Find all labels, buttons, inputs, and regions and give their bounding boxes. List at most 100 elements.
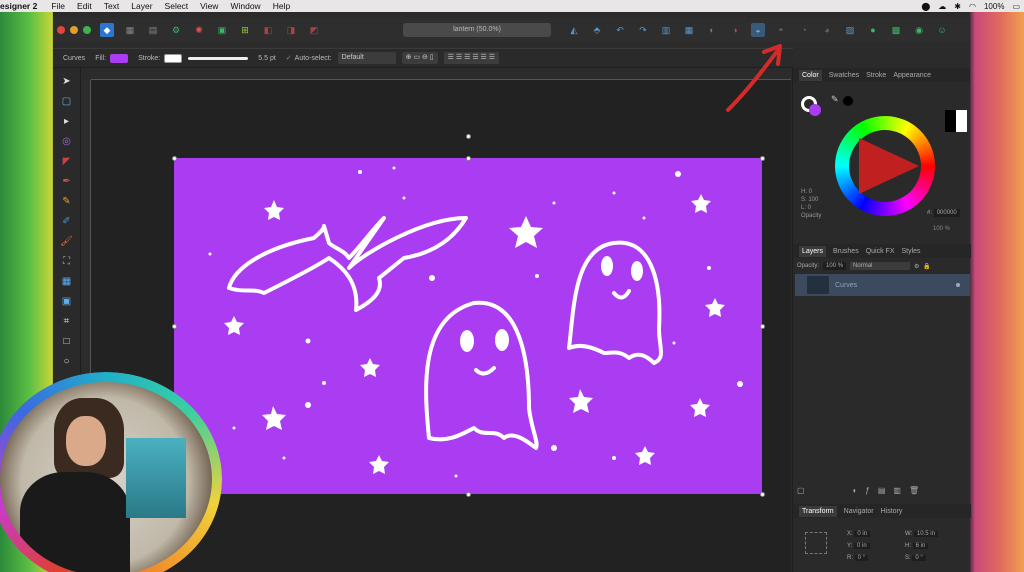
fill-swatch[interactable] [110, 53, 129, 63]
order-forward-icon[interactable]: ◨ [284, 23, 298, 37]
stroke-width-value[interactable]: 5.5 pt [258, 55, 276, 62]
fill-tool-icon[interactable]: ⛶ [58, 254, 76, 268]
order-back-icon[interactable]: ◧ [261, 23, 275, 37]
export-persona-icon[interactable]: ▤ [146, 23, 160, 37]
layer-opacity-field[interactable]: 100 % [823, 262, 847, 270]
boolean-subtract-icon[interactable]: ◑ [728, 23, 742, 37]
bluetooth-icon[interactable]: ✱ [954, 2, 961, 11]
close-window-button[interactable] [57, 26, 65, 34]
selection-handle[interactable] [172, 324, 177, 329]
align-buttons-icon[interactable]: ☰ ☰ ☰ ☰ ☰ ☰ [443, 52, 500, 64]
h-field[interactable]: 6 in [912, 543, 929, 549]
r-field[interactable]: 0 ° [854, 555, 869, 561]
palette-icon[interactable]: ◉ [912, 23, 926, 37]
menu-edit[interactable]: Edit [77, 1, 92, 11]
selection-handle[interactable] [760, 156, 765, 161]
selection-handle[interactable] [172, 156, 177, 161]
user-icon[interactable]: ☺ [935, 23, 949, 37]
gear-icon[interactable]: ⚙ [169, 23, 183, 37]
stroke-width-slider[interactable] [188, 56, 249, 60]
selection-handle[interactable] [466, 492, 471, 497]
wifi-icon[interactable]: ◠ [969, 2, 976, 11]
move-tool-icon[interactable]: ➤ [58, 74, 76, 88]
x-field[interactable]: 0 in [854, 531, 871, 537]
black-swatch[interactable] [843, 96, 853, 106]
align-icon[interactable]: ▥ [659, 23, 673, 37]
add-layer-icon[interactable]: ▥ [893, 486, 901, 495]
record-icon[interactable]: ⬤ [921, 2, 930, 11]
tab-brushes[interactable]: Brushes [833, 248, 859, 255]
flip-vertical-icon[interactable]: ⬘ [590, 23, 604, 37]
crop-tool-icon[interactable]: ⌗ [58, 314, 76, 328]
fx-icon[interactable]: ƒ [865, 486, 869, 495]
layer-visibility-dot[interactable] [956, 283, 960, 287]
artboard-tool-icon[interactable]: ▢ [58, 94, 76, 108]
autoselect-dropdown[interactable]: Default [337, 52, 396, 64]
corner-tool-icon[interactable]: ◎ [58, 134, 76, 148]
boolean-intersect-icon[interactable]: ◒ [751, 23, 765, 37]
zoom-window-button[interactable] [83, 26, 91, 34]
autoselect-checkbox[interactable]: ✓ [286, 54, 292, 62]
menu-text[interactable]: Text [104, 1, 120, 11]
snapping-icon[interactable]: ✺ [192, 23, 206, 37]
rotate-left-icon[interactable]: ↶ [613, 23, 627, 37]
tab-quick-fx[interactable]: Quick FX [866, 248, 895, 255]
selection-handle[interactable] [760, 324, 765, 329]
menu-window[interactable]: Window [230, 1, 260, 11]
boolean-divide-icon[interactable]: ◔ [797, 23, 811, 37]
y-field[interactable]: 0 in [854, 543, 870, 549]
selection-handle[interactable] [466, 156, 471, 161]
boolean-add-icon[interactable]: ◐ [705, 23, 719, 37]
layer-row[interactable]: Curves [795, 274, 970, 296]
w-field[interactable]: 10.5 in [913, 531, 938, 537]
transform-icon[interactable]: ⊞ [238, 23, 252, 37]
stroke-swatch[interactable] [164, 53, 183, 63]
tab-navigator[interactable]: Navigator [844, 508, 874, 515]
selection-handle[interactable] [760, 492, 765, 497]
color-wheel[interactable] [835, 116, 935, 216]
tab-styles[interactable]: Styles [902, 248, 921, 255]
document-title[interactable]: lantern (50.0%) [403, 23, 551, 37]
battery-icon[interactable]: ▭ [1012, 2, 1020, 11]
gear-icon[interactable]: ⚙ [914, 263, 919, 270]
adjustment-icon[interactable]: ◐ [853, 486, 858, 495]
flip-horizontal-icon[interactable]: ◭ [567, 23, 581, 37]
menu-file[interactable]: File [51, 1, 65, 11]
group-icon[interactable]: ▤ [878, 486, 886, 495]
rotation-handle[interactable] [466, 134, 471, 139]
chat-icon[interactable]: ● [866, 23, 880, 37]
tab-stroke[interactable]: Stroke [866, 72, 886, 79]
hex-field[interactable]: #: 000000 [927, 209, 960, 217]
grid-icon[interactable]: ▣ [215, 23, 229, 37]
gradient-tool-icon[interactable]: ▦ [58, 274, 76, 288]
menu-layer[interactable]: Layer [131, 1, 152, 11]
transform-origin-icon[interactable]: ⊕ ▭ ⊖ ▯ [401, 52, 438, 64]
tab-appearance[interactable]: Appearance [893, 72, 931, 79]
designer-persona-icon[interactable]: ◆ [100, 23, 114, 37]
tab-swatches[interactable]: Swatches [829, 72, 859, 79]
cloud-icon[interactable]: ☁ [938, 2, 946, 11]
eyedropper-icon[interactable]: ✎ [831, 94, 839, 105]
tab-history[interactable]: History [881, 508, 903, 515]
anchor-selector[interactable] [805, 532, 827, 554]
menu-select[interactable]: Select [165, 1, 189, 11]
menu-help[interactable]: Help [273, 1, 290, 11]
layers-icon[interactable]: ▩ [889, 23, 903, 37]
delete-layer-icon[interactable]: 🗑 [909, 486, 919, 495]
layer-mask-icon[interactable]: ▢ [797, 486, 805, 495]
boolean-xor-icon[interactable]: ◓ [774, 23, 788, 37]
minimize-window-button[interactable] [70, 26, 78, 34]
stroke-color-well[interactable] [809, 104, 821, 116]
insert-target-icon[interactable]: ▨ [843, 23, 857, 37]
tab-color[interactable]: Color [799, 69, 822, 81]
menu-view[interactable]: View [200, 1, 218, 11]
boolean-combine-icon[interactable]: ◕ [820, 23, 834, 37]
app-menu[interactable]: esigner 2 [0, 1, 37, 11]
arrange-icon[interactable]: ◩ [307, 23, 321, 37]
pixel-persona-icon[interactable]: ▦ [123, 23, 137, 37]
color-opacity-value[interactable]: 100 % [933, 226, 950, 232]
pencil-tool-icon[interactable]: ✎ [58, 194, 76, 208]
rotate-right-icon[interactable]: ↷ [636, 23, 650, 37]
lock-icon[interactable]: 🔒 [923, 263, 930, 270]
artboard[interactable] [174, 158, 762, 494]
